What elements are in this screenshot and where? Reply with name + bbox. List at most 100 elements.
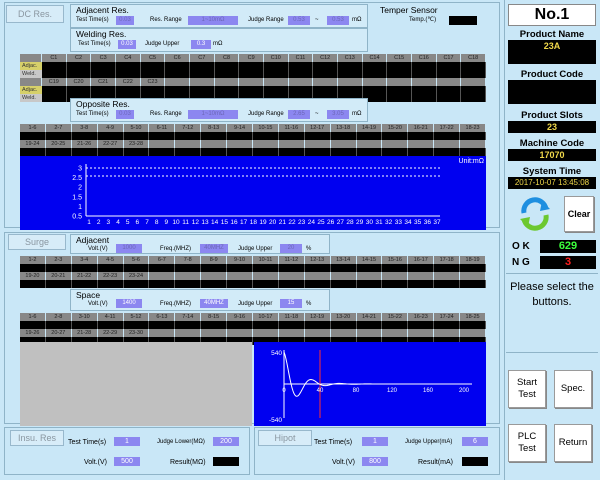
spec-button[interactable]: Spec. bbox=[554, 370, 592, 408]
grid-header-cell: 9-14 bbox=[227, 124, 253, 132]
grid-value-cell-empty bbox=[227, 280, 253, 288]
surge-space-freq-input[interactable]: 40MHZ bbox=[200, 299, 228, 308]
grid-header-cell-empty bbox=[304, 329, 331, 337]
dc-x-tick-label: 35 bbox=[414, 219, 422, 226]
grid-header-cell: 22-29 bbox=[97, 329, 124, 337]
grid-header-cell: 15-22 bbox=[382, 313, 409, 321]
surge-adjacent-freq-input[interactable]: 40MHZ bbox=[200, 244, 228, 253]
grid-header-cell: C14 bbox=[362, 54, 388, 62]
hipot-judge-upper-input[interactable]: 6 bbox=[462, 437, 488, 446]
grid-value-cell bbox=[175, 132, 202, 140]
dc-x-tick-label: 10 bbox=[172, 219, 180, 226]
surge-tab[interactable]: Surge bbox=[8, 234, 66, 250]
grid-value-cell-empty bbox=[149, 148, 176, 156]
grid-header-cell-empty bbox=[214, 78, 240, 86]
grid-header-cell-empty bbox=[175, 140, 202, 148]
grid-header-cell: C16 bbox=[411, 54, 437, 62]
grid-header-cell: 16-17 bbox=[408, 256, 435, 264]
insu-volt-input[interactable]: 500 bbox=[114, 457, 140, 466]
grid-header-cell: C15 bbox=[387, 54, 412, 62]
adjacent-res-range-input[interactable]: 1~10mΩ bbox=[188, 16, 238, 25]
insu-test-time-label: Test Time(s) bbox=[68, 439, 107, 446]
surge-adjacent-judge-input[interactable]: 20 bbox=[280, 244, 302, 253]
grid-value-cell bbox=[461, 62, 486, 70]
adjacent-test-time-input[interactable]: 0.03 bbox=[116, 16, 134, 25]
hipot-test-time-input[interactable]: 1 bbox=[362, 437, 388, 446]
grid-header-cell: 8-15 bbox=[201, 313, 228, 321]
surge-adj-row2-header: 19-20 20-21 21-22 22-23 23-24 bbox=[20, 272, 486, 280]
opposite-res-range-input[interactable]: 1~10mΩ bbox=[188, 110, 238, 119]
dc-x-tick-label: 4 bbox=[116, 219, 120, 226]
insu-res-tab[interactable]: Insu. Res bbox=[10, 430, 64, 446]
grid-value-cell bbox=[356, 264, 383, 272]
opposite-judge-range-label: Judge Range bbox=[248, 111, 284, 117]
grid-header-cell: 4-9 bbox=[97, 124, 124, 132]
hipot-volt-input[interactable]: 800 bbox=[362, 457, 388, 466]
temper-sensor-title: Temper Sensor bbox=[380, 5, 438, 15]
opposite-judge-high-input[interactable]: 3.05 bbox=[327, 110, 349, 119]
grid-value-cell-empty bbox=[356, 280, 383, 288]
adjacent-judge-low-input[interactable]: 0.53 bbox=[288, 16, 310, 25]
dc-x-tick-label: 2 bbox=[97, 219, 101, 226]
grid-header-cell-empty bbox=[356, 329, 383, 337]
surge-adjacent-volt-label: Volt.(V) bbox=[88, 246, 108, 252]
grid-header-cell: C18 bbox=[461, 54, 486, 62]
grid-value-cell bbox=[42, 70, 67, 78]
grid-value-cell bbox=[330, 264, 357, 272]
grid-header-cell: 13-14 bbox=[330, 256, 357, 264]
grid-value-cell-empty bbox=[356, 148, 383, 156]
grid-header-cell: 3-4 bbox=[71, 256, 98, 264]
grid-header-cell: 20-27 bbox=[45, 329, 72, 337]
product-name-value: 23A bbox=[508, 40, 596, 52]
welding-judge-upper-label: Judge Upper bbox=[145, 41, 180, 47]
grid-header-cell: 14-21 bbox=[356, 313, 383, 321]
hipot-tab[interactable]: Hipot bbox=[258, 430, 312, 446]
grid-header-cell: C9 bbox=[239, 54, 264, 62]
refresh-icon[interactable] bbox=[518, 195, 552, 233]
insu-test-time-input[interactable]: 1 bbox=[114, 437, 140, 446]
grid-value-cell bbox=[123, 132, 150, 140]
dc-x-tick-label: 22 bbox=[288, 219, 296, 226]
opposite-judge-low-input[interactable]: 2.65 bbox=[288, 110, 310, 119]
grid-header-cell: C17 bbox=[436, 54, 462, 62]
grid-header-cell: 17-24 bbox=[434, 313, 461, 321]
grid-value-cell bbox=[71, 148, 98, 156]
grid-value-cell-empty bbox=[189, 86, 215, 94]
surge-space-volt-input[interactable]: 1400 bbox=[116, 299, 142, 308]
surge-space-judge-input[interactable]: 15 bbox=[280, 299, 302, 308]
grid-header-cell: C4 bbox=[115, 54, 141, 62]
wave-x-tick-label: 120 bbox=[387, 388, 398, 394]
grid-header-cell-empty bbox=[408, 140, 435, 148]
opp-grid-row2-values bbox=[20, 148, 486, 156]
clear-button[interactable]: Clear bbox=[564, 196, 594, 232]
grid-row-label: Weld. bbox=[20, 70, 42, 78]
dc-x-tick-label: 37 bbox=[433, 219, 441, 226]
grid-value-cell bbox=[227, 321, 253, 329]
dc-x-tick-label: 21 bbox=[279, 219, 287, 226]
start-test-button[interactable]: Start Test bbox=[508, 370, 546, 408]
grid-header-cell: 17-22 bbox=[434, 124, 461, 132]
grid-header-cell-empty bbox=[201, 140, 228, 148]
opposite-test-time-input[interactable]: 0.03 bbox=[116, 110, 134, 119]
surge-space-unit: % bbox=[306, 301, 312, 307]
plc-test-button[interactable]: PLC Test bbox=[508, 424, 546, 462]
dc-x-tick-label: 6 bbox=[136, 219, 140, 226]
adj-grid-row1-adjac: Adjac. bbox=[20, 62, 486, 70]
grid-value-cell bbox=[253, 132, 279, 140]
grid-value-cell-empty bbox=[434, 148, 461, 156]
surge-adjacent-volt-input[interactable]: 1000 bbox=[116, 244, 142, 253]
insu-judge-lower-input[interactable]: 200 bbox=[213, 437, 239, 446]
return-button[interactable]: Return bbox=[554, 424, 592, 462]
grid-header-cell-empty bbox=[304, 140, 331, 148]
grid-value-cell bbox=[140, 70, 166, 78]
grid-row-label: Weld. bbox=[20, 94, 42, 102]
grid-header-cell: 4-5 bbox=[97, 256, 124, 264]
grid-header-cell: 8-9 bbox=[201, 256, 228, 264]
adjacent-judge-high-input[interactable]: 0.53 bbox=[327, 16, 349, 25]
opp-grid-row2-header: 19-24 20-25 21-26 22-27 23-28 bbox=[20, 140, 486, 148]
dc-res-tab[interactable]: DC Res. bbox=[6, 5, 64, 23]
welding-test-time-input[interactable]: 0.03 bbox=[118, 40, 136, 49]
welding-judge-upper-input[interactable]: 0.3 bbox=[191, 40, 211, 49]
dc-x-tick-label: 5 bbox=[126, 219, 130, 226]
dc-x-tick-label: 13 bbox=[201, 219, 209, 226]
